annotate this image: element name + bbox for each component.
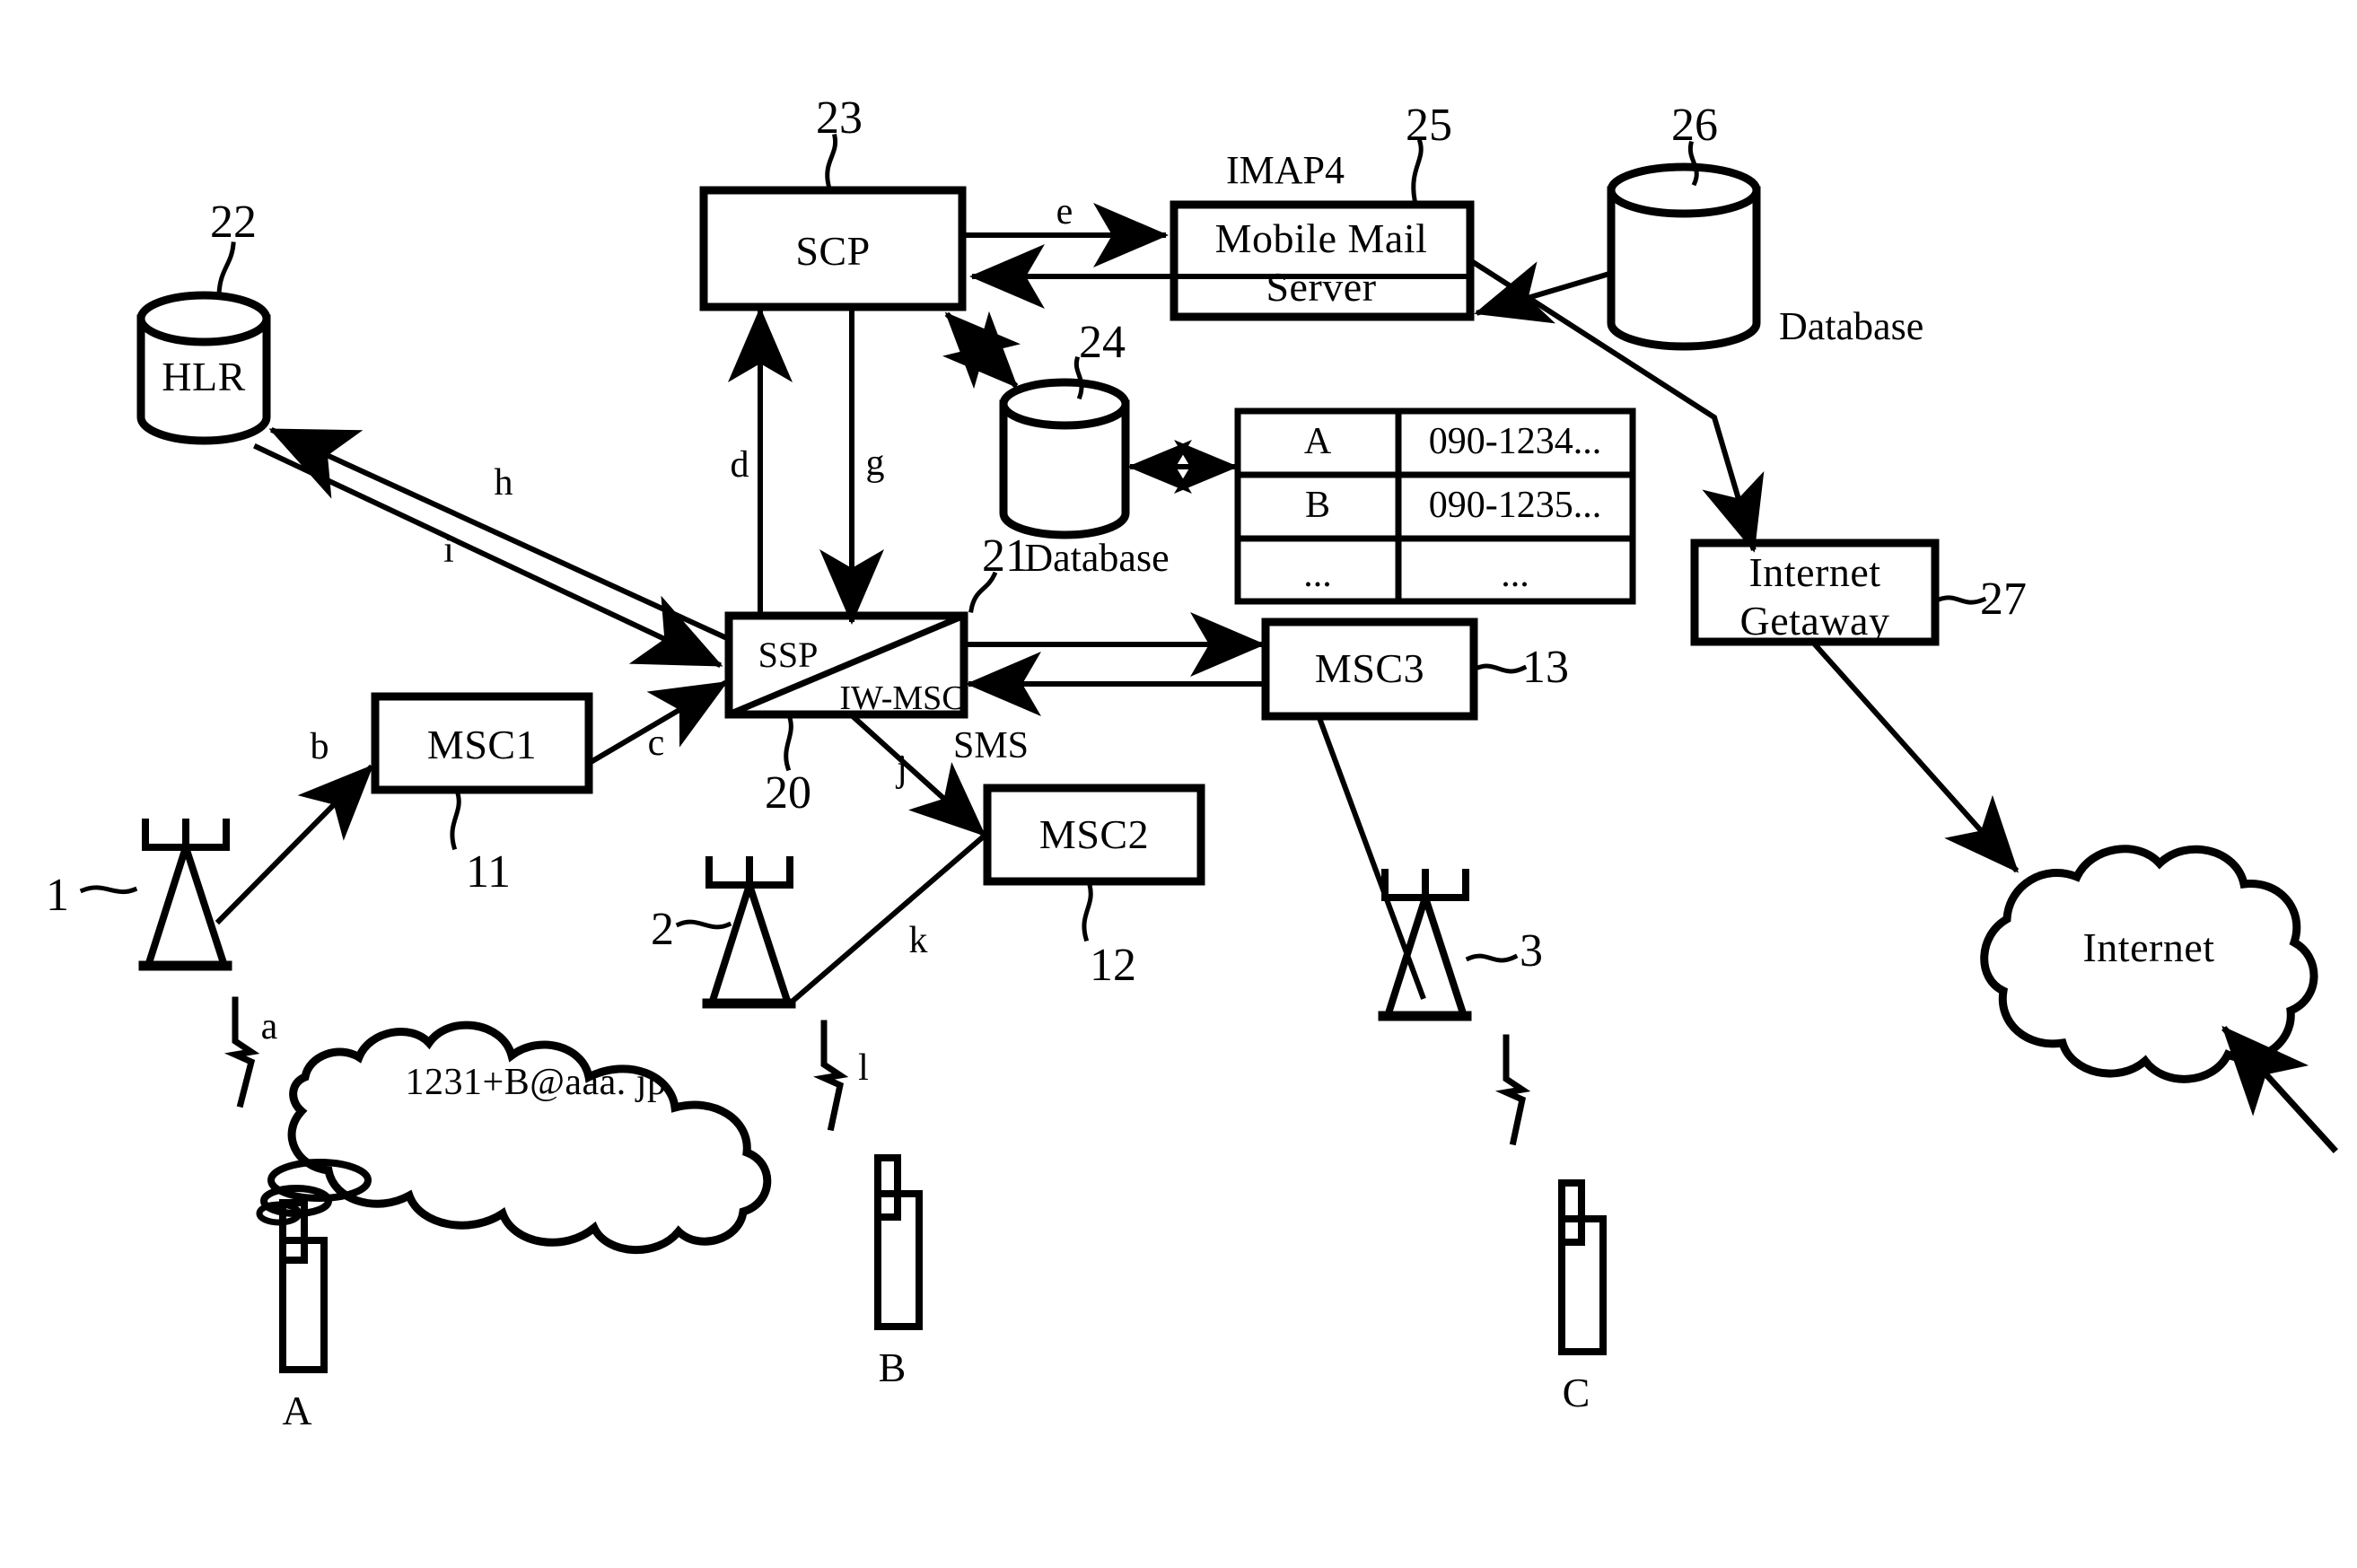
signal-label-b: b [310, 726, 329, 767]
database26-label: Database [1779, 304, 1924, 348]
ref-number-3: 3 [1520, 925, 1543, 977]
ref-number-12: 12 [1090, 940, 1136, 991]
ref-number-11: 11 [465, 846, 512, 898]
signal-label-i: i [443, 530, 454, 571]
patent-diagram-canvas: 22 23 25 26 24 21 20 27 13 11 12 1 2 3 H… [0, 0, 2357, 1568]
iwmsc-label: IW-MSC [839, 679, 965, 717]
database26-cylinder-shape [1607, 162, 1761, 351]
internet-gateway-label-line1: Internet [1748, 549, 1881, 595]
handset-c-shape [1558, 1179, 1607, 1355]
ref-number-22: 22 [210, 197, 257, 248]
mail-server-label-line2: Server [1266, 264, 1377, 310]
signal-label-f: f [972, 333, 985, 374]
ref-number-26: 26 [1671, 100, 1718, 151]
signal-label-a: a [260, 1006, 278, 1047]
signal-label-j: j [897, 749, 907, 790]
signal-label-l: l [858, 1047, 869, 1089]
handset-b-label: B [878, 1345, 907, 1390]
ref-number-24: 24 [1079, 317, 1126, 368]
table-cell-name-1: B [1304, 485, 1331, 526]
signal-label-d: d [730, 444, 749, 486]
ref-number-23: 23 [816, 92, 863, 144]
message-cloud-shape [287, 1021, 772, 1254]
database24-cylinder-shape [999, 378, 1130, 539]
signal-label-h: h [494, 462, 513, 504]
base-station-tower-3-shape [1378, 869, 1472, 1021]
handset-b-shape [874, 1154, 923, 1330]
imap4-protocol-label: IMAP4 [1225, 148, 1345, 192]
internet-gateway-label-line2: Getaway [1739, 598, 1890, 644]
signal-label-sms: SMS [952, 725, 1030, 766]
base-station-tower-2-shape [702, 856, 796, 1009]
handset-a-label: A [282, 1388, 312, 1433]
scp-label: SCP [795, 228, 871, 274]
signal-label-c: c [647, 723, 665, 764]
table-cell-number-2: ... [1501, 554, 1529, 595]
internet-cloud-label: Internet [2082, 924, 2215, 970]
database24-label: Database [1024, 536, 1170, 580]
ref-number-21: 21 [982, 530, 1029, 582]
signal-label-k: k [908, 920, 928, 961]
table-cell-name-2: ... [1303, 554, 1332, 595]
table-cell-name-0: A [1303, 421, 1332, 462]
ref-number-13: 13 [1522, 642, 1569, 693]
ref-number-20: 20 [765, 767, 811, 819]
signal-label-g: g [865, 442, 885, 484]
signal-label-e: e [1056, 191, 1073, 232]
msc1-label: MSC1 [426, 722, 538, 767]
handset-a-shape [279, 1199, 328, 1373]
mail-server-label-line1: Mobile Mail [1214, 215, 1428, 261]
table-cell-number-0: 090-1234... [1428, 421, 1602, 462]
ref-number-25: 25 [1406, 100, 1452, 151]
table-cell-number-1: 090-1235... [1428, 485, 1602, 526]
ssp-label: SSP [758, 635, 819, 675]
diagram-vector-layer [79, 134, 2338, 1373]
ref-number-27: 27 [1980, 574, 2027, 625]
hlr-label: HLR [162, 354, 246, 399]
handset-c-label: C [1562, 1370, 1590, 1415]
ref-number-1: 1 [46, 870, 69, 921]
msc3-label: MSC3 [1314, 645, 1425, 691]
message-cloud-text: 1231+B@aaa. jp [405, 1062, 667, 1103]
ref-number-2: 2 [651, 904, 674, 955]
base-station-tower-1-shape [138, 819, 232, 971]
msc2-label: MSC2 [1038, 811, 1150, 857]
